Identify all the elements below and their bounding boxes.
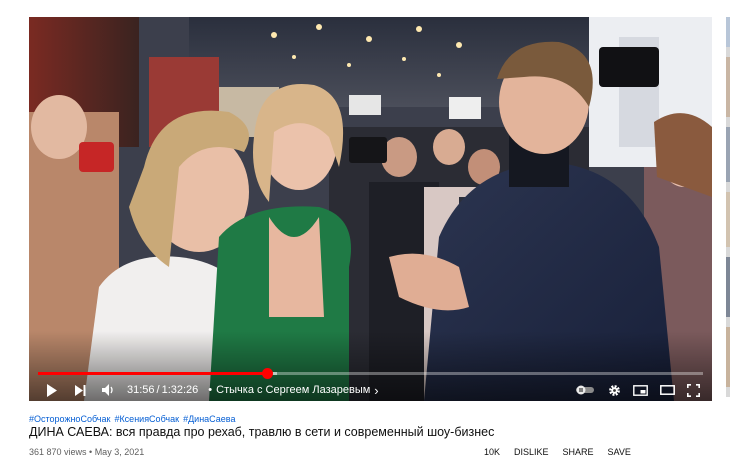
hashtag-link[interactable]: #КсенияСобчак [114, 414, 179, 424]
volume-icon [101, 384, 115, 396]
video-player[interactable]: 31:56/1:32:26 • Стычка с Сергеем Лазарев… [29, 17, 712, 401]
share-button[interactable]: SHARE [563, 447, 594, 457]
video-actions: 10K DISLIKE SHARE SAVE [484, 447, 631, 457]
autoplay-toggle[interactable] [576, 379, 596, 401]
time-separator: / [156, 384, 160, 396]
dislike-button[interactable]: DISLIKE [514, 447, 549, 457]
play-button[interactable] [41, 379, 63, 401]
mute-button[interactable] [97, 379, 119, 401]
chapter-dot: • [208, 384, 213, 396]
settings-button[interactable] [608, 379, 621, 401]
progress-played [38, 372, 268, 375]
time-display: 31:56/1:32:26 [127, 384, 198, 396]
chapter-label: Стычка с Сергеем Лазаревым [216, 384, 371, 396]
chapter-title[interactable]: • Стычка с Сергеем Лазаревым › [204, 383, 378, 398]
video-meta-row: 361 870 views • May 3, 2021 10K DISLIKE … [29, 447, 719, 459]
miniplayer-icon [633, 384, 648, 396]
settings-gear-icon [608, 384, 621, 397]
hashtag-link[interactable]: #ДинаСаева [183, 414, 235, 424]
video-title: ДИНА САЕВА: вся правда про рехаб, травлю… [29, 425, 495, 439]
hashtag-list: #ОсторожноСобчак #КсенияСобчак #ДинаСаева [29, 414, 239, 424]
play-icon [46, 383, 58, 397]
save-button[interactable]: SAVE [608, 447, 631, 457]
fullscreen-icon [687, 383, 700, 397]
hashtag-link[interactable]: #ОсторожноСобчак [29, 414, 110, 424]
current-time: 31:56 [127, 384, 155, 396]
theater-mode-icon [660, 385, 675, 395]
like-button[interactable]: 10K [484, 447, 500, 457]
player-controls: 31:56/1:32:26 • Стычка с Сергеем Лазарев… [29, 379, 712, 401]
autoplay-toggle-icon [576, 385, 596, 395]
chevron-right-icon: › [374, 382, 379, 398]
miniplayer-button[interactable] [633, 379, 648, 401]
next-icon [74, 384, 86, 396]
recommended-thumbnails-strip[interactable] [726, 17, 730, 397]
fullscreen-button[interactable] [687, 379, 700, 401]
views-and-date: 361 870 views • May 3, 2021 [29, 447, 145, 457]
next-button[interactable] [69, 379, 91, 401]
progress-bar[interactable] [38, 368, 703, 379]
duration: 1:32:26 [161, 384, 199, 396]
theater-mode-button[interactable] [660, 379, 675, 401]
